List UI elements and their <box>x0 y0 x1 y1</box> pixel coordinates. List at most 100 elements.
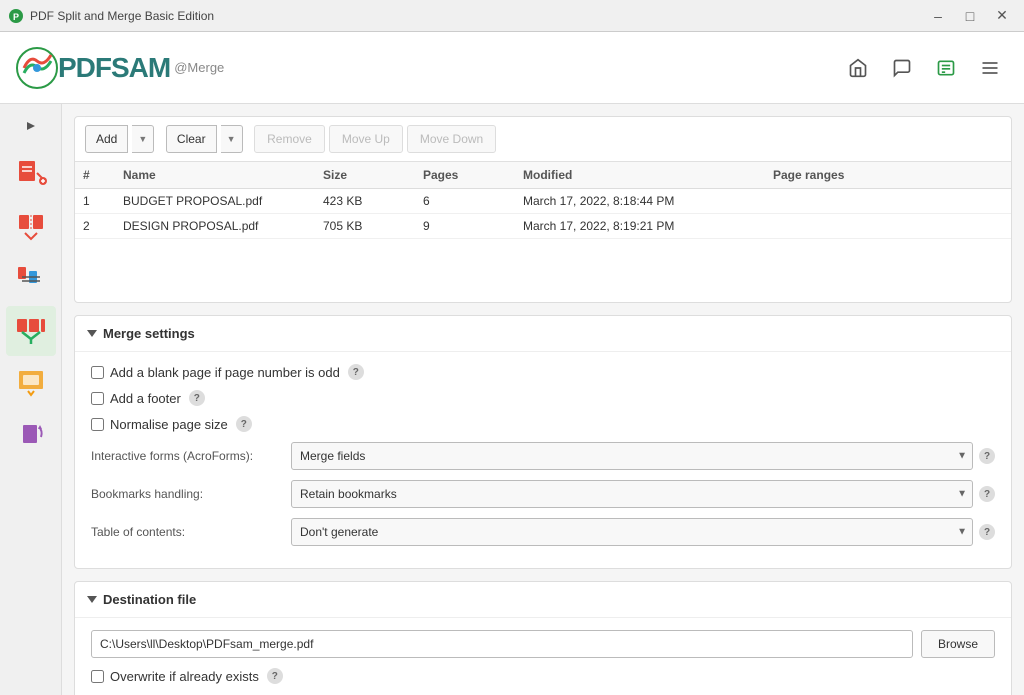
collapse-icon <box>87 330 97 337</box>
cell-ranges <box>765 214 1011 239</box>
clear-dropdown-button[interactable]: ▼ <box>221 125 243 153</box>
merge-settings-title: Merge settings <box>103 326 195 341</box>
window-controls: – □ ✕ <box>924 6 1016 26</box>
footer-label[interactable]: Add a footer <box>91 391 181 406</box>
blank-page-label[interactable]: Add a blank page if page number is odd <box>91 365 340 380</box>
interactive-forms-select[interactable]: Merge fields Discard fields Keep origina… <box>291 442 973 470</box>
interactive-forms-label: Interactive forms (AcroForms): <box>91 449 291 463</box>
clear-chevron-icon: ▼ <box>227 134 236 144</box>
col-name: Name <box>115 162 315 189</box>
browse-button[interactable]: Browse <box>921 630 995 658</box>
app-container: PDFSAM @Merge <box>0 32 1024 695</box>
cell-name: DESIGN PROPOSAL.pdf <box>115 214 315 239</box>
bookmarks-help-icon[interactable]: ? <box>979 486 995 502</box>
window-title: PDF Split and Merge Basic Edition <box>30 9 924 23</box>
col-ranges: Page ranges <box>765 162 1011 189</box>
cell-name: BUDGET PROPOSAL.pdf <box>115 189 315 214</box>
toc-row: Table of contents: Don't generate Genera… <box>91 518 995 546</box>
cell-size: 705 KB <box>315 214 415 239</box>
destination-header[interactable]: Destination file <box>75 582 1011 618</box>
footer-row: Add a footer ? <box>91 390 995 406</box>
news-button[interactable] <box>928 50 964 86</box>
toc-select-wrap: Don't generate Generate ▼ <box>291 518 973 546</box>
cell-num: 2 <box>75 214 115 239</box>
col-num: # <box>75 162 115 189</box>
sidebar-item-merge[interactable] <box>6 306 56 356</box>
blank-page-help-icon[interactable]: ? <box>348 364 364 380</box>
destination-title: Destination file <box>103 592 196 607</box>
normalise-label[interactable]: Normalise page size <box>91 417 228 432</box>
cell-ranges <box>765 189 1011 214</box>
table-row[interactable]: 2 DESIGN PROPOSAL.pdf 705 KB 9 March 17,… <box>75 214 1011 239</box>
minimize-button[interactable]: – <box>924 6 952 26</box>
notification-button[interactable] <box>884 50 920 86</box>
logo-icon <box>16 47 58 89</box>
add-dropdown-button[interactable]: ▼ <box>132 125 154 153</box>
main-content[interactable]: Add ▼ Clear ▼ Remove <box>62 104 1024 695</box>
add-button[interactable]: Add <box>85 125 128 153</box>
sidebar-item-rotate[interactable] <box>6 410 56 460</box>
header-actions <box>840 50 1008 86</box>
logo-text: PDFSAM <box>58 52 170 84</box>
bookmarks-row: Bookmarks handling: Retain bookmarks Dis… <box>91 480 995 508</box>
table-row[interactable]: 1 BUDGET PROPOSAL.pdf 423 KB 6 March 17,… <box>75 189 1011 214</box>
interactive-forms-select-wrap: Merge fields Discard fields Keep origina… <box>291 442 973 470</box>
destination-path-input[interactable] <box>91 630 913 658</box>
sidebar <box>0 104 62 695</box>
overwrite-row: Overwrite if already exists ? <box>91 668 995 684</box>
move-down-button[interactable]: Move Down <box>407 125 496 153</box>
blank-page-checkbox[interactable] <box>91 366 104 379</box>
merge-settings-panel: Merge settings Add a blank page if page … <box>74 315 1012 569</box>
title-bar: P PDF Split and Merge Basic Edition – □ … <box>0 0 1024 32</box>
col-pages: Pages <box>415 162 515 189</box>
footer-checkbox[interactable] <box>91 392 104 405</box>
overwrite-checkbox[interactable] <box>91 670 104 683</box>
destination-body: Browse Overwrite if already exists ? <box>75 618 1011 695</box>
app-header: PDFSAM @Merge <box>0 32 1024 104</box>
app-body: Add ▼ Clear ▼ Remove <box>0 104 1024 695</box>
toolbar: Add ▼ Clear ▼ Remove <box>75 117 1011 162</box>
sidebar-item-alternate[interactable] <box>6 254 56 304</box>
maximize-button[interactable]: □ <box>956 6 984 26</box>
overwrite-help-icon[interactable]: ? <box>267 668 283 684</box>
clear-button[interactable]: Clear <box>166 125 217 153</box>
destination-collapse-icon <box>87 596 97 603</box>
bookmarks-label: Bookmarks handling: <box>91 487 291 501</box>
add-chevron-icon: ▼ <box>138 134 147 144</box>
svg-text:P: P <box>13 12 19 22</box>
home-button[interactable] <box>840 50 876 86</box>
move-up-button[interactable]: Move Up <box>329 125 403 153</box>
toc-select[interactable]: Don't generate Generate <box>291 518 973 546</box>
interactive-forms-help-icon[interactable]: ? <box>979 448 995 464</box>
merge-settings-body: Add a blank page if page number is odd ?… <box>75 352 1011 568</box>
menu-button[interactable] <box>972 50 1008 86</box>
col-size: Size <box>315 162 415 189</box>
cell-pages: 9 <box>415 214 515 239</box>
toc-label: Table of contents: <box>91 525 291 539</box>
normalise-help-icon[interactable]: ? <box>236 416 252 432</box>
sidebar-collapse-button[interactable] <box>11 112 51 140</box>
toc-control: Don't generate Generate ▼ ? <box>291 518 995 546</box>
destination-path-row: Browse <box>91 630 995 658</box>
col-modified: Modified <box>515 162 765 189</box>
logo-area: PDFSAM @Merge <box>16 47 840 89</box>
close-button[interactable]: ✕ <box>988 6 1016 26</box>
normalise-row: Normalise page size ? <box>91 416 995 432</box>
sidebar-item-split[interactable] <box>6 202 56 252</box>
overwrite-label[interactable]: Overwrite if already exists <box>91 669 259 684</box>
cell-num: 1 <box>75 189 115 214</box>
merge-settings-header[interactable]: Merge settings <box>75 316 1011 352</box>
sidebar-item-split-bookmarks[interactable] <box>6 150 56 200</box>
file-table-container: # Name Size Pages Modified Page ranges 1… <box>75 162 1011 302</box>
toc-help-icon[interactable]: ? <box>979 524 995 540</box>
remove-button[interactable]: Remove <box>254 125 325 153</box>
blank-page-row: Add a blank page if page number is odd ? <box>91 364 995 380</box>
cell-size: 423 KB <box>315 189 415 214</box>
footer-help-icon[interactable]: ? <box>189 390 205 406</box>
bookmarks-select[interactable]: Retain bookmarks Discard bookmarks <box>291 480 973 508</box>
sidebar-item-extract[interactable] <box>6 358 56 408</box>
interactive-forms-control: Merge fields Discard fields Keep origina… <box>291 442 995 470</box>
normalise-checkbox[interactable] <box>91 418 104 431</box>
file-list-panel: Add ▼ Clear ▼ Remove <box>74 116 1012 303</box>
cell-modified: March 17, 2022, 8:18:44 PM <box>515 189 765 214</box>
